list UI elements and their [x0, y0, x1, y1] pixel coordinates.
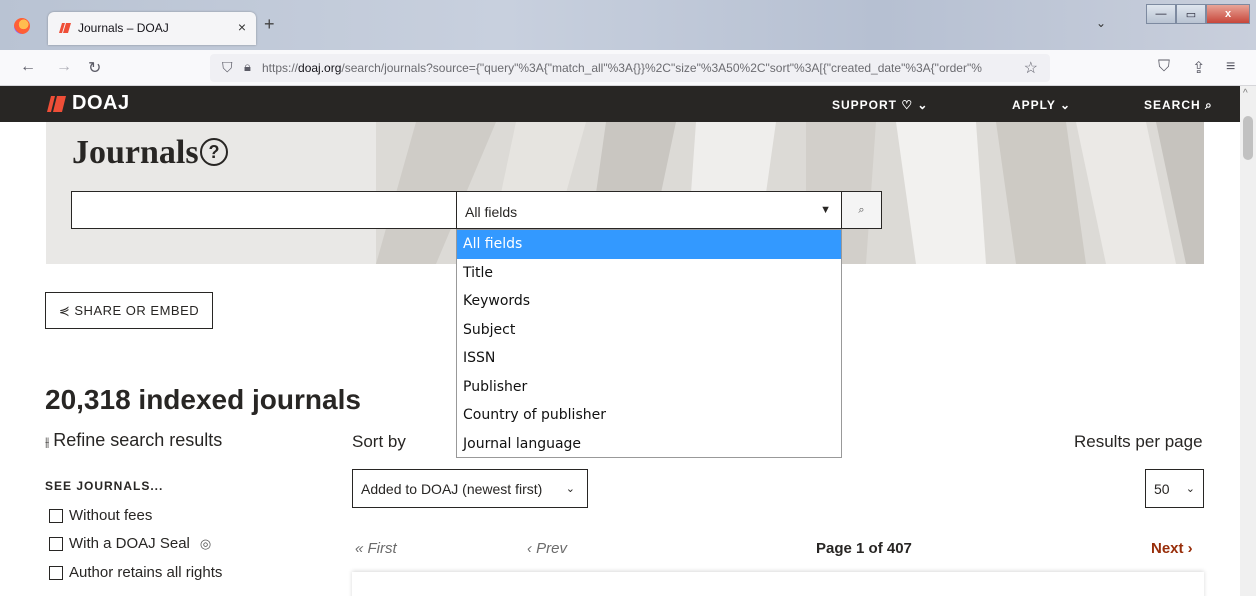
pagination-next[interactable]: Next ›	[1151, 540, 1193, 557]
scroll-up-icon[interactable]: ^	[1243, 88, 1248, 99]
seal-check-icon: ◎	[199, 535, 212, 551]
sort-select[interactable]: Added to DOAJ (newest first) ⌄	[352, 469, 588, 508]
back-icon[interactable]: ←	[20, 58, 36, 76]
search-button[interactable]: ⌕	[841, 191, 882, 229]
reload-icon[interactable]: ↻	[88, 58, 101, 78]
search-field-select[interactable]: All fields ▼	[456, 191, 842, 229]
tab-close-icon[interactable]: ×	[238, 19, 246, 35]
search-icon: ⌕	[858, 203, 865, 216]
dropdown-option-subject[interactable]: Subject	[457, 316, 841, 345]
chevron-down-icon: ⌄	[565, 483, 575, 495]
facet-author-rights[interactable]: Author retains all rights	[49, 564, 222, 581]
dropdown-option-publisher[interactable]: Publisher	[457, 373, 841, 402]
dropdown-option-issn[interactable]: ISSN	[457, 344, 841, 373]
chevron-down-icon: ▼	[820, 204, 831, 216]
browser-nav-bar: ← → ↻ ⛉ 🔒︎ https://doaj.org/search/journ…	[0, 50, 1256, 86]
menu-icon[interactable]: ≡	[1226, 58, 1235, 76]
apply-menu[interactable]: APPLY ⌄	[1012, 98, 1071, 112]
minimize-button[interactable]: —	[1146, 4, 1176, 24]
new-tab-icon[interactable]: +	[264, 14, 275, 35]
pagination-info: Page 1 of 407	[816, 540, 912, 557]
see-journals-label: SEE JOURNALS...	[45, 479, 164, 493]
results-per-page-select[interactable]: 50 ⌄	[1145, 469, 1204, 508]
search-input[interactable]	[71, 191, 457, 229]
forward-icon[interactable]: →	[56, 58, 72, 76]
support-menu[interactable]: SUPPORT ♡ ⌄	[832, 98, 929, 112]
browser-tab[interactable]: Journals – DOAJ ×	[48, 12, 256, 45]
pocket-icon[interactable]: ⛉	[1158, 58, 1170, 76]
browser-tab-bar: Journals – DOAJ × + ⌄ — ▭ x	[0, 0, 1256, 50]
dropdown-option-country[interactable]: Country of publisher	[457, 401, 841, 430]
bookmark-star-icon[interactable]: ☆	[1024, 58, 1038, 78]
share-embed-button[interactable]: ⋞ SHARE OR EMBED	[45, 292, 213, 329]
doaj-wordmark: DOAJ	[72, 92, 130, 114]
url-text[interactable]: https://doaj.org/search/journals?source=…	[262, 61, 1012, 75]
maximize-button[interactable]: ▭	[1176, 4, 1206, 24]
dropdown-option-keywords[interactable]: Keywords	[457, 287, 841, 316]
sliders-icon: ⫲	[45, 434, 50, 449]
doaj-favicon-icon	[59, 23, 71, 33]
close-window-button[interactable]: x	[1206, 4, 1250, 24]
checkbox[interactable]	[49, 536, 63, 551]
search-field-value: All fields	[465, 204, 518, 220]
firefox-icon	[14, 18, 30, 34]
facet-doaj-seal[interactable]: With a DOAJ Seal ◎	[49, 535, 211, 552]
help-icon[interactable]: ?	[200, 138, 228, 166]
site-header: DOAJ SUPPORT ♡ ⌄ APPLY ⌄ SEARCH ⌕	[0, 86, 1240, 122]
lock-icon[interactable]: 🔒︎	[244, 59, 251, 75]
page-scrollbar[interactable]: ^	[1240, 86, 1256, 596]
scroll-thumb[interactable]	[1243, 116, 1253, 160]
result-card	[352, 572, 1204, 596]
pagination-prev[interactable]: ‹ Prev	[527, 540, 567, 557]
checkbox[interactable]	[49, 508, 63, 523]
tab-title: Journals – DOAJ	[78, 21, 169, 35]
dropdown-option-language[interactable]: Journal language	[457, 430, 841, 459]
url-bar[interactable]: ⛉ 🔒︎ https://doaj.org/search/journals?so…	[210, 54, 1050, 82]
search-menu[interactable]: SEARCH ⌕	[1144, 98, 1213, 113]
page-title: Journals	[72, 134, 199, 171]
dropdown-option-title[interactable]: Title	[457, 259, 841, 288]
dropdown-option-all-fields[interactable]: All fields	[457, 230, 841, 259]
doaj-logo-icon	[47, 95, 66, 112]
facet-without-fees[interactable]: Without fees	[49, 507, 152, 524]
refine-label: Refine search results	[53, 430, 223, 450]
window-controls: — ▭ x	[1146, 4, 1250, 24]
chevron-down-icon: ⌄	[1185, 483, 1195, 495]
checkbox[interactable]	[49, 565, 63, 580]
tabs-list-icon[interactable]: ⌄	[1096, 16, 1106, 30]
results-per-page-label: Results per page	[1074, 432, 1203, 451]
pagination-first[interactable]: « First	[355, 540, 397, 557]
rpp-value: 50	[1154, 481, 1170, 497]
doaj-logo[interactable]: DOAJ	[46, 92, 130, 115]
results-count: 20,318 indexed journals	[45, 384, 361, 415]
sort-value: Added to DOAJ (newest first)	[361, 481, 543, 497]
search-field-dropdown: All fields Title Keywords Subject ISSN P…	[456, 229, 842, 458]
share-icon[interactable]: ⇪	[1192, 58, 1205, 78]
refine-heading: ⫲ Refine search results	[45, 430, 222, 451]
sort-by-label: Sort by	[352, 432, 406, 451]
tracking-shield-icon[interactable]: ⛉	[222, 59, 233, 76]
